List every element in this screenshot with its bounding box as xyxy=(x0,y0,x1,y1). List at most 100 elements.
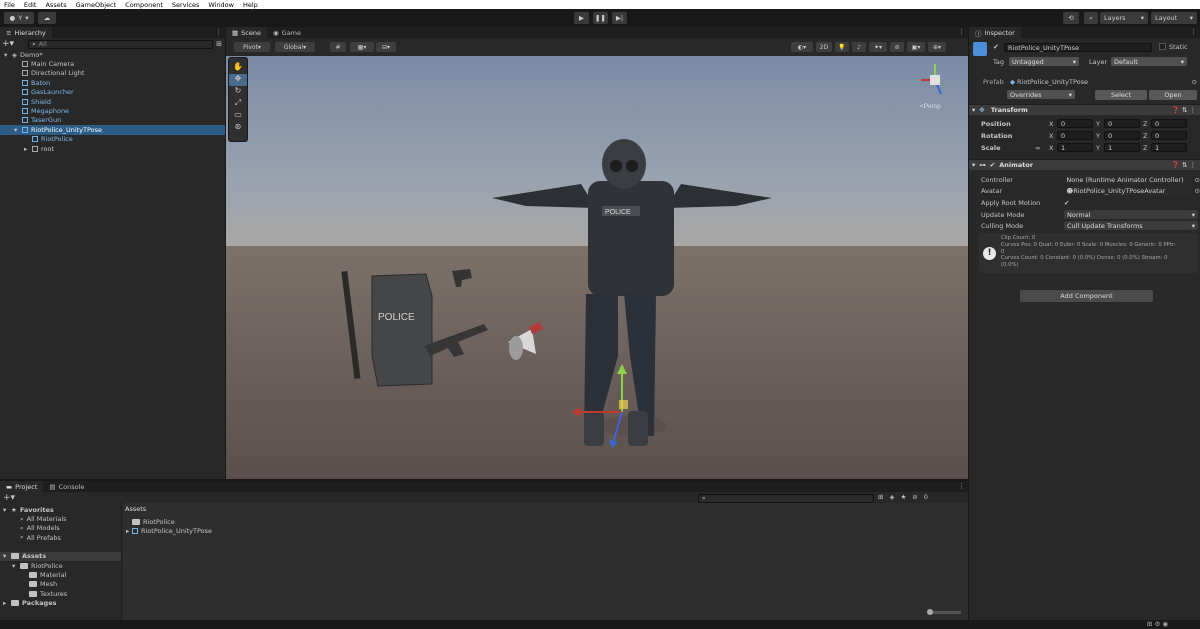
hierarchy-item[interactable]: Baton xyxy=(0,78,225,87)
menu-item-file[interactable]: File xyxy=(4,1,15,9)
create-icon[interactable]: +▾ xyxy=(2,39,14,49)
cloud-button[interactable]: ☁ xyxy=(38,12,56,24)
menu-item-help[interactable]: Help xyxy=(243,1,258,9)
hierarchy-item[interactable]: RiotPolice xyxy=(0,135,225,144)
tab-console[interactable]: ▤ Console xyxy=(43,481,90,492)
expand-arrow-icon[interactable]: ▾ xyxy=(3,506,11,514)
link-icon[interactable]: ∞ xyxy=(1035,144,1049,152)
hand-tool[interactable]: ✋ xyxy=(229,62,247,74)
component-menu-icon[interactable]: ❓ ⇅ ⋮ xyxy=(1172,106,1196,114)
step-button[interactable]: ▶| xyxy=(612,12,627,24)
project-tree-item[interactable]: ⌕ All Models xyxy=(0,524,121,533)
hierarchy-item[interactable]: Megaphone xyxy=(0,106,225,115)
project-tree-item[interactable]: ▾ Assets xyxy=(0,551,121,561)
rect-tool[interactable]: ▭ xyxy=(229,110,247,122)
pause-button[interactable]: ❚❚ xyxy=(593,12,608,24)
add-component-button[interactable]: Add Component xyxy=(1020,290,1153,302)
transform-x-field[interactable]: 1 xyxy=(1057,143,1093,152)
tab-project[interactable]: ▬ Project xyxy=(0,481,44,492)
play-button[interactable]: ▶ xyxy=(574,12,589,24)
transform-z-field[interactable]: 0 xyxy=(1151,119,1187,128)
rotate-tool[interactable]: ↻ xyxy=(229,86,247,98)
tag-dropdown[interactable]: Untagged ▾ xyxy=(1009,57,1079,66)
tab-game[interactable]: ◉ Game xyxy=(267,27,307,38)
project-tree-item[interactable]: ▸ Packages xyxy=(0,599,121,608)
menu-item-gameobject[interactable]: GameObject xyxy=(76,1,117,9)
breadcrumb[interactable]: Assets xyxy=(123,503,968,514)
expand-arrow-icon[interactable]: ▾ xyxy=(3,552,11,560)
snap-button[interactable]: ⊟▾ xyxy=(376,42,396,52)
component-menu-icon[interactable]: ❓ ⇅ ⋮ xyxy=(1172,161,1196,169)
hidden-toggle[interactable]: ⊘ xyxy=(890,42,904,52)
expand-arrow-icon[interactable]: ▾ xyxy=(12,562,20,570)
layers-dropdown[interactable]: Layers ▾ xyxy=(1100,12,1148,24)
controller-field[interactable]: None (Runtime Animator Controller) xyxy=(1063,175,1193,184)
hierarchy-item[interactable]: Shield xyxy=(0,97,225,106)
lighting-toggle[interactable]: 💡 xyxy=(835,42,849,52)
more-icon[interactable]: ⋮ xyxy=(1190,28,1197,36)
animator-enabled-checkbox[interactable]: ✔ xyxy=(990,161,995,169)
menu-item-component[interactable]: Component xyxy=(125,1,163,9)
transform-y-field[interactable]: 0 xyxy=(1104,131,1140,140)
camera-settings-button[interactable]: ▣▾ xyxy=(907,42,925,52)
project-tree-item[interactable]: ⌕ All Prefabs xyxy=(0,533,121,542)
hidden-packages-icon[interactable]: ⊘ xyxy=(912,493,917,501)
tab-scene[interactable]: ▦ Scene xyxy=(226,27,267,38)
avatar-field[interactable]: ☻ RiotPolice_UnityTPoseAvatar xyxy=(1063,186,1193,195)
object-name-field[interactable]: RiotPolice_UnityTPose xyxy=(1004,43,1152,52)
more-icon[interactable]: ⋮ xyxy=(215,28,222,36)
transform-tool[interactable]: ⊛ xyxy=(229,122,247,134)
menu-item-services[interactable]: Services xyxy=(172,1,199,9)
scene-viewport[interactable]: POLICE POLICE <Persp ✋ ✥ ↻ ⤢ ▭ ⊛ xyxy=(226,56,968,479)
grid-snap-button[interactable]: # xyxy=(330,42,346,52)
shading-button[interactable]: ◐▾ xyxy=(791,42,813,52)
menu-item-assets[interactable]: Assets xyxy=(45,1,66,9)
root-motion-checkbox[interactable]: ✔ xyxy=(1064,199,1069,207)
hierarchy-item[interactable]: ▸ root xyxy=(0,144,225,153)
menu-item-window[interactable]: Window xyxy=(208,1,234,9)
update-mode-dropdown[interactable]: Normal ▾ xyxy=(1064,210,1198,219)
2d-toggle[interactable]: 2D xyxy=(816,42,832,52)
project-tree-item[interactable]: ▾ RiotPolice xyxy=(0,561,121,570)
more-icon[interactable]: ⋮ xyxy=(958,482,965,490)
project-tree-item[interactable]: ▾ ★ Favorites xyxy=(0,505,121,514)
overrides-dropdown[interactable]: Overrides ▾ xyxy=(1007,90,1075,99)
project-tree-item[interactable]: Material xyxy=(0,570,121,579)
hierarchy-item[interactable]: ▾ ◈ Demo* xyxy=(0,50,225,59)
target-icon[interactable]: ⊙ xyxy=(1192,78,1197,86)
hierarchy-item[interactable]: ▾ RiotPolice_UnityTPose xyxy=(0,125,225,135)
favorite-icon[interactable]: ★ xyxy=(900,493,906,501)
active-checkbox[interactable]: ✔ xyxy=(993,43,999,51)
project-tree-item[interactable]: ⌕ All Materials xyxy=(0,514,121,524)
history-button[interactable]: ⟲ xyxy=(1063,12,1079,24)
animator-header[interactable]: ▾ ⊶ ✔ Animator ❓ ⇅ ⋮ xyxy=(969,159,1200,170)
transform-z-field[interactable]: 1 xyxy=(1151,143,1187,152)
global-dropdown[interactable]: Global ▾ xyxy=(275,42,315,52)
scale-tool[interactable]: ⤢ xyxy=(229,98,247,110)
hierarchy-item[interactable]: GasLauncher xyxy=(0,88,225,97)
hierarchy-search[interactable]: ⌕ All xyxy=(28,39,214,49)
asset-item[interactable]: ▸ RiotPolice_UnityTPose xyxy=(123,526,212,535)
tab-inspector[interactable]: ⓘ Inspector xyxy=(969,27,1021,38)
slider-thumb[interactable] xyxy=(927,609,933,615)
status-icons[interactable]: ⊞ ⚙ ◉ xyxy=(1147,620,1168,628)
icon-size-slider[interactable] xyxy=(927,609,961,615)
hierarchy-item[interactable]: Directional Light xyxy=(0,69,225,78)
transform-header[interactable]: ▾ ✥ Transform ❓ ⇅ ⋮ xyxy=(969,104,1200,115)
search-button[interactable]: ⌕ xyxy=(1084,12,1098,24)
pivot-dropdown[interactable]: Pivot ▾ xyxy=(234,42,270,52)
menu-item-edit[interactable]: Edit xyxy=(24,1,37,9)
filter-icon[interactable]: ⊞ xyxy=(216,40,222,48)
hierarchy-item[interactable]: Main Camera xyxy=(0,59,225,68)
prefab-value[interactable]: RiotPolice_UnityTPose xyxy=(1017,78,1088,86)
move-tool[interactable]: ✥ xyxy=(229,74,247,86)
transform-y-field[interactable]: 1 xyxy=(1104,143,1140,152)
asset-item[interactable]: RiotPolice xyxy=(123,517,175,526)
expand-arrow-icon[interactable]: ▸ xyxy=(24,145,32,153)
expand-arrow-icon[interactable]: ▾ xyxy=(4,51,12,59)
transform-x-field[interactable]: 0 xyxy=(1057,119,1093,128)
target-icon[interactable]: ⊙ xyxy=(1195,176,1200,184)
shield-model[interactable]: POLICE xyxy=(371,273,433,387)
tab-hierarchy[interactable]: ≡ Hierarchy xyxy=(0,27,52,38)
layer-dropdown[interactable]: Default ▾ xyxy=(1111,57,1187,66)
